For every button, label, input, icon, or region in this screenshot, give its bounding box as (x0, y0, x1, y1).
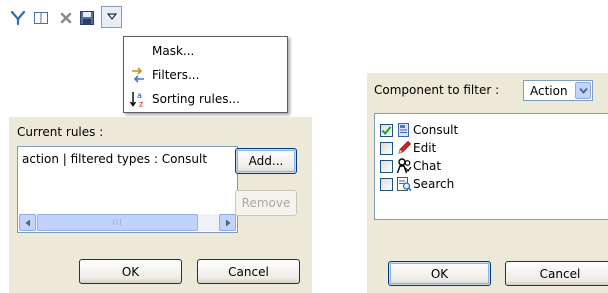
svg-text:z: z (139, 100, 143, 109)
cancel-button[interactable]: Cancel (197, 259, 300, 284)
scroll-right-arrow[interactable] (219, 214, 236, 231)
filter-dialog: Component to filter : Action Consult Edi… (367, 73, 608, 293)
chevron-down-icon (578, 87, 588, 94)
pencil-icon (396, 140, 412, 156)
list-item: Chat (380, 156, 441, 176)
columns-icon (34, 12, 48, 24)
checkmark-icon (381, 125, 392, 135)
document-icon (396, 122, 412, 138)
menu-item-sorting-rules[interactable]: a z Sorting rules... (124, 88, 287, 110)
menu-item-label: Filters... (152, 68, 200, 82)
delete-button[interactable] (56, 8, 76, 28)
scroll-thumb[interactable]: III (37, 214, 198, 231)
list-item: Consult (380, 120, 458, 140)
menu-item-label: Mask... (152, 44, 195, 58)
rules-dialog: Current rules : action | filtered types … (9, 117, 312, 293)
type-checkbox-search[interactable] (380, 177, 393, 191)
chevron-down-icon (106, 13, 117, 20)
type-checkbox-chat[interactable] (380, 159, 393, 173)
menu-item-mask[interactable]: Mask... (124, 40, 287, 62)
filter-funnel-button[interactable] (8, 8, 28, 28)
type-checkbox-edit[interactable] (380, 141, 393, 155)
type-label: Search (413, 177, 455, 191)
list-item[interactable]: action | filtered types : Consult (22, 152, 207, 166)
remove-button[interactable]: Remove (235, 190, 297, 216)
menu-item-filters[interactable]: Filters... (124, 64, 287, 86)
rules-title: Current rules : (17, 125, 104, 139)
type-label: Edit (413, 141, 437, 155)
chevron-right-icon (225, 219, 230, 226)
type-checkbox-consult[interactable] (380, 123, 393, 137)
add-button[interactable]: Add... (235, 148, 297, 174)
component-select-value: Action (530, 84, 568, 98)
type-label: Chat (413, 159, 442, 173)
toolbar-dropdown-button[interactable] (101, 6, 122, 28)
list-item: Edit (380, 138, 436, 158)
ok-button[interactable]: OK (79, 259, 182, 284)
chat-people-icon (396, 158, 412, 174)
scroll-left-arrow[interactable] (19, 214, 36, 231)
ok-button[interactable]: OK (388, 261, 491, 286)
component-to-filter-label: Component to filter : (374, 83, 500, 97)
filters-icon (128, 67, 148, 83)
save-icon (80, 11, 94, 25)
sort-az-icon: a z (128, 91, 148, 109)
types-list: Consult Edit Chat Search (374, 113, 608, 220)
rules-list[interactable]: action | filtered types : Consult III (17, 146, 238, 233)
menu-item-label: Sorting rules... (152, 92, 240, 106)
component-select-dropdown[interactable] (575, 82, 591, 99)
component-select[interactable]: Action (523, 80, 593, 101)
columns-button[interactable] (31, 8, 51, 28)
options-menu: Mask... Filters... a z Sorting rules... (123, 36, 288, 113)
chevron-left-icon (25, 219, 30, 226)
cancel-button[interactable]: Cancel (505, 261, 608, 286)
horizontal-scrollbar[interactable]: III (19, 214, 236, 231)
type-label: Consult (413, 123, 459, 137)
save-button[interactable] (77, 8, 97, 28)
search-document-icon (396, 176, 412, 192)
delete-icon (60, 12, 72, 24)
list-item: Search (380, 174, 454, 194)
filter-funnel-icon (10, 10, 26, 26)
